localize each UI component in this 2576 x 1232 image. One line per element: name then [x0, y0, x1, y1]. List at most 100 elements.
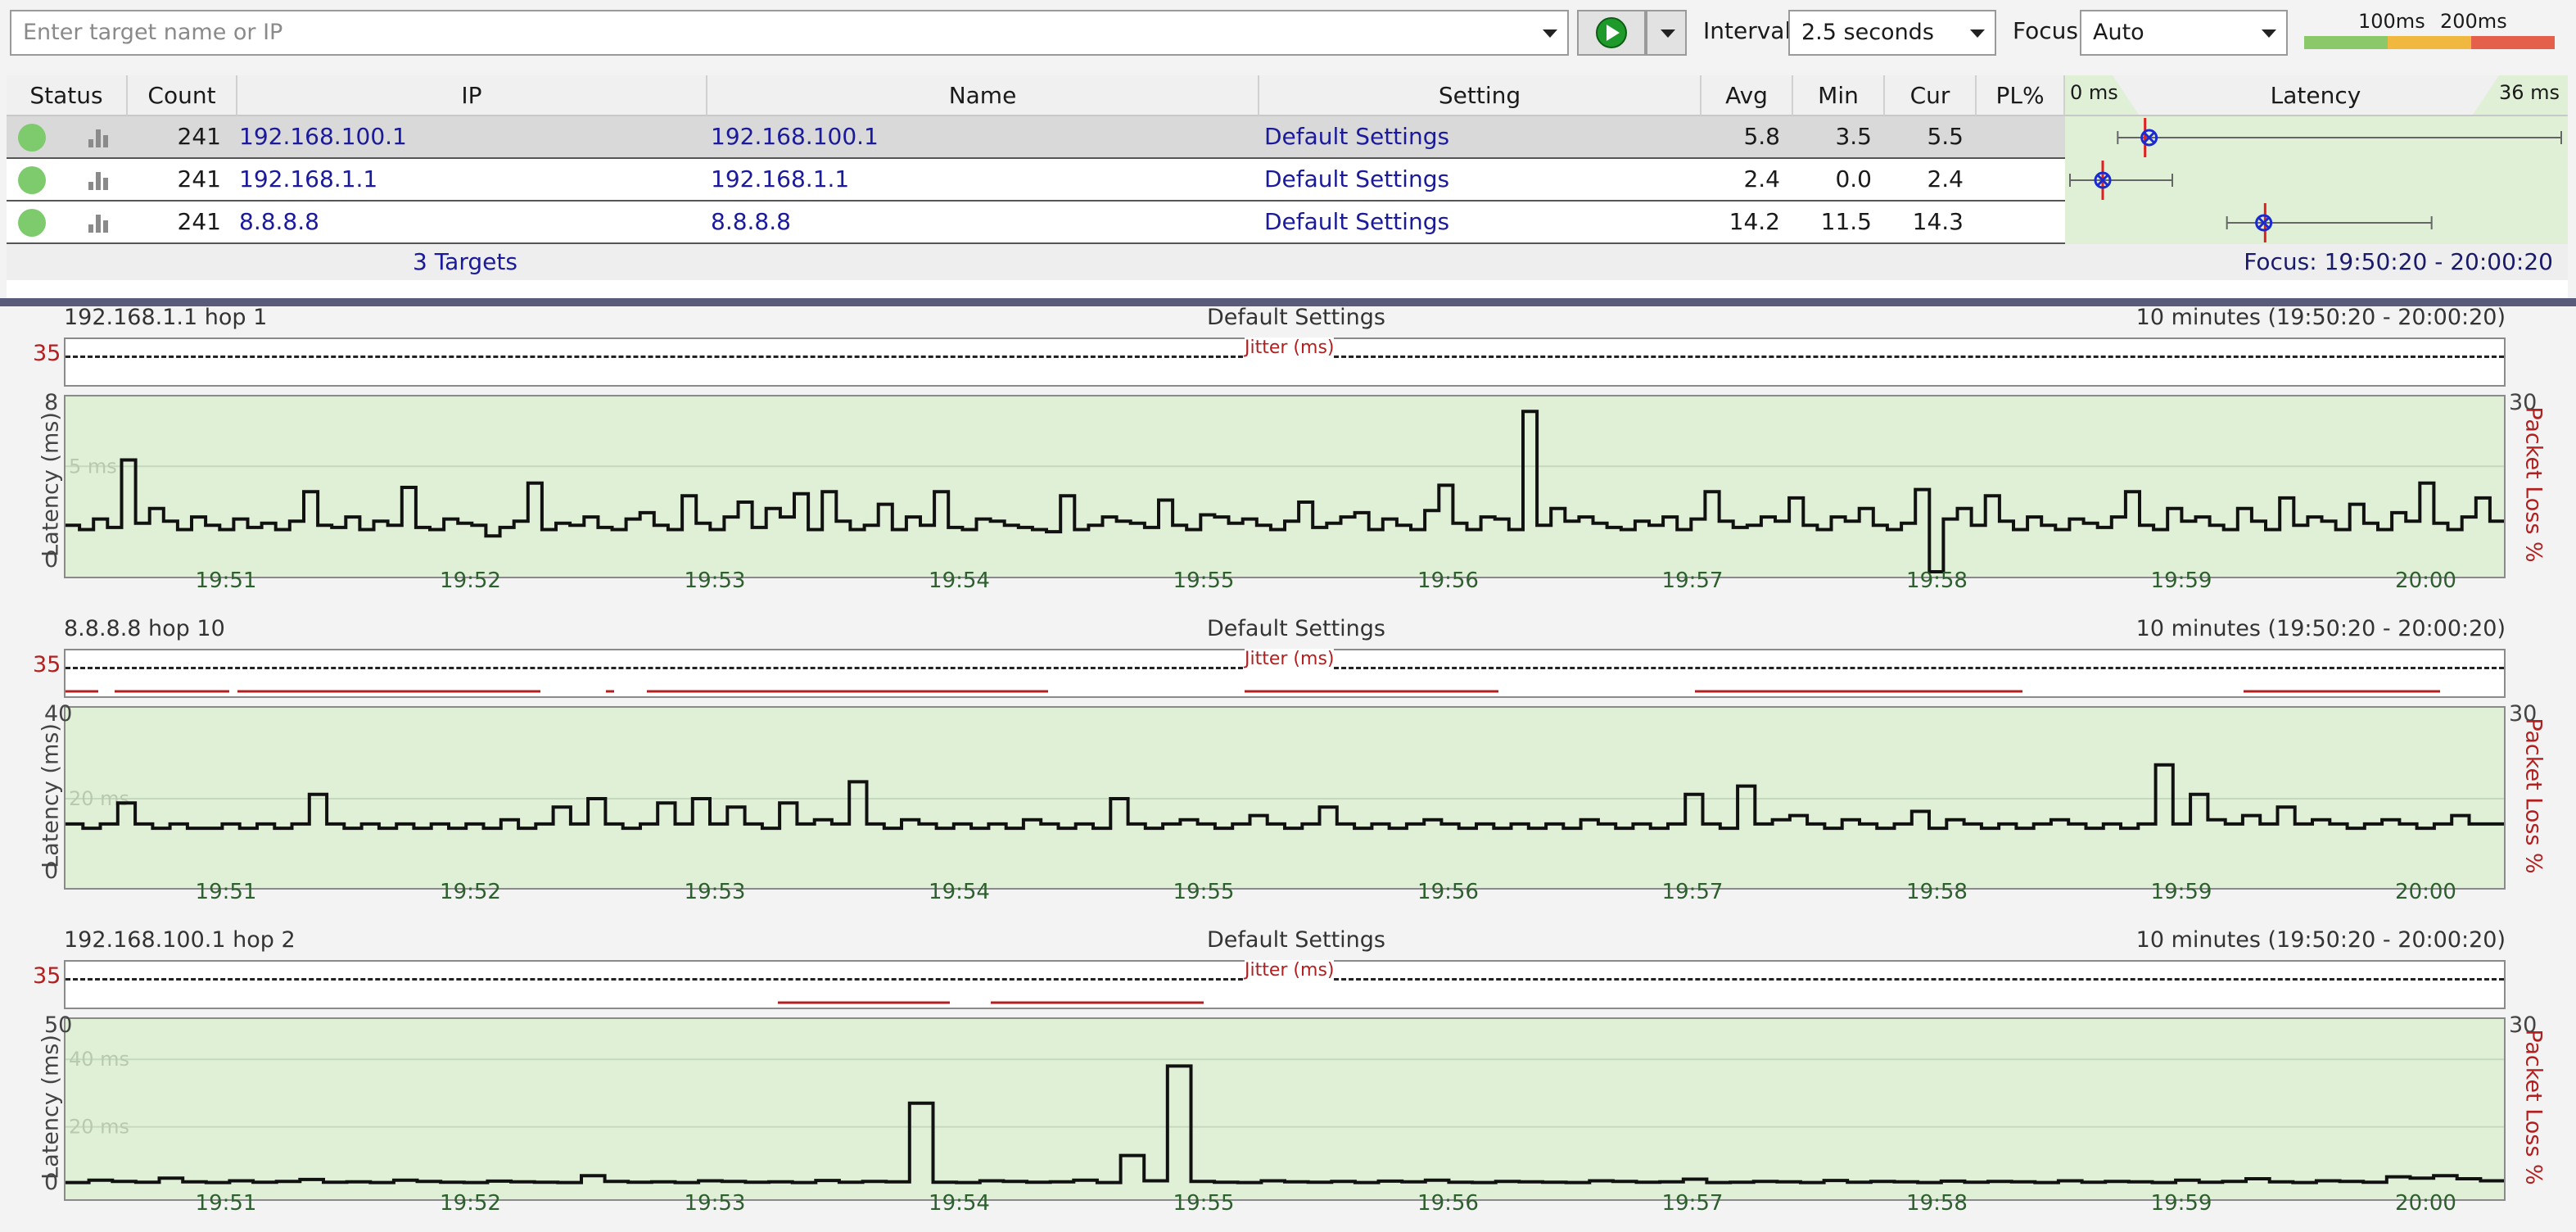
time-tick-label: 19:58: [1906, 568, 1968, 593]
row-name: 8.8.8.8: [711, 208, 791, 235]
latency-series: 20 ms: [66, 763, 2504, 831]
chevron-down-icon: [1661, 29, 1675, 38]
row-min: 0.0: [1835, 165, 1872, 192]
row-setting: Default Settings: [1264, 208, 1450, 235]
time-tick-label: 19:58: [1906, 1191, 1968, 1216]
graph-panel[interactable]: 8.8.8.8 hop 10 Default Settings 10 minutes…: [0, 616, 2576, 921]
column-header-avg[interactable]: Avg: [1702, 75, 1793, 116]
table-row[interactable]: 241 8.8.8.8 8.8.8.8 Default Settings 14.…: [7, 202, 2065, 244]
time-tick-label: 19:51: [195, 1191, 257, 1216]
time-tick-label: 19:58: [1906, 880, 1968, 904]
row-name: 192.168.100.1: [711, 123, 879, 150]
bar-chart-icon[interactable]: [88, 213, 111, 233]
interval-select[interactable]: 2.5 seconds: [1788, 10, 1996, 56]
focus-label: Focus: [2013, 17, 2078, 44]
latency-max-label: 36 ms: [2498, 81, 2560, 104]
row-count: 241: [177, 165, 221, 192]
column-header-name[interactable]: Name: [707, 75, 1259, 116]
jitter-series: [778, 1001, 1204, 1004]
scale-red: [2471, 36, 2555, 49]
target-input[interactable]: Enter target name or IP: [10, 10, 1569, 56]
y-axis-title: Latency (ms): [38, 723, 64, 868]
latency-plot[interactable]: 5 ms: [64, 395, 2506, 578]
graph-title-range: 10 minutes (19:50:20 - 20:00:20): [2135, 927, 2506, 953]
scale-green: [2304, 36, 2388, 49]
time-tick-label: 19:51: [195, 568, 257, 593]
gridline-label: 20 ms: [69, 787, 129, 810]
time-tick-label: 19:55: [1173, 568, 1235, 593]
row-cur: 5.5: [1927, 123, 1964, 150]
latency-series: 5 ms: [66, 410, 2504, 573]
chevron-down-icon[interactable]: [1543, 29, 1557, 38]
column-header-ip[interactable]: IP: [237, 75, 707, 116]
graph-title-setting: Default Settings: [1207, 927, 1385, 953]
row-cur: 2.4: [1927, 165, 1964, 192]
time-tick-label: 19:53: [684, 1191, 746, 1216]
time-tick-label: 19:54: [929, 568, 990, 593]
column-header-latency[interactable]: Latency 0 ms 36 ms: [2065, 75, 2568, 116]
graph-panel[interactable]: 192.168.100.1 hop 2 Default Settings 10 mi…: [0, 927, 2576, 1232]
start-button[interactable]: [1577, 10, 1646, 56]
latency-plot[interactable]: 40 ms 20 ms: [64, 1017, 2506, 1201]
bar-chart-icon[interactable]: [88, 170, 111, 190]
y-axis-title: Latency (ms): [38, 412, 64, 557]
packet-loss-title: Packet Loss %: [2520, 718, 2547, 874]
row-count: 241: [177, 208, 221, 235]
bar-chart-icon[interactable]: [88, 128, 111, 147]
time-tick-label: 19:56: [1417, 1191, 1479, 1216]
targets-count: 3 Targets: [413, 248, 517, 275]
scale-label-200ms: 200ms: [2440, 10, 2507, 33]
chevron-down-icon: [1970, 29, 1985, 38]
jitter-strip: Jitter (ms): [64, 649, 2506, 698]
focus-value: Auto: [2093, 20, 2144, 45]
latency-line: [66, 410, 2504, 573]
row-ip: 8.8.8.8: [239, 208, 319, 235]
time-tick-label: 20:00: [2395, 568, 2456, 593]
table-row[interactable]: 241 192.168.1.1 192.168.1.1 Default Sett…: [7, 159, 2065, 202]
target-input-placeholder: Enter target name or IP: [23, 20, 283, 45]
jitter-series: [66, 339, 2504, 385]
time-tick-label: 20:00: [2395, 880, 2456, 904]
start-options-button[interactable]: [1646, 10, 1687, 56]
column-header-min[interactable]: Min: [1793, 75, 1885, 116]
time-tick-label: 19:55: [1173, 880, 1235, 904]
graph-panel[interactable]: 192.168.1.1 hop 1 Default Settings 10 minu…: [0, 305, 2576, 609]
packet-loss-title: Packet Loss %: [2520, 1029, 2547, 1185]
graph-title-range: 10 minutes (19:50:20 - 20:00:20): [2135, 616, 2506, 641]
column-header-status[interactable]: Status: [7, 75, 128, 116]
grid-footer: 3 Targets Focus: 19:50:20 - 20:00:20: [7, 244, 2568, 280]
row-name: 192.168.1.1: [711, 165, 850, 192]
latency-line: [66, 1064, 2504, 1184]
focus-select[interactable]: Auto: [2080, 10, 2288, 56]
table-row[interactable]: 241 192.168.100.1 192.168.100.1 Default …: [7, 116, 2065, 159]
focus-range: Focus: 19:50:20 - 20:00:20: [2244, 248, 2553, 275]
jitter-series: [66, 690, 2440, 693]
chevron-down-icon: [2262, 29, 2276, 38]
row-count: 241: [177, 123, 221, 150]
time-tick-label: 19:52: [440, 1191, 501, 1216]
time-tick-label: 19:57: [1661, 1191, 1724, 1216]
column-header-count[interactable]: Count: [128, 75, 237, 116]
time-tick-label: 20:00: [2395, 1191, 2456, 1216]
latency-plot[interactable]: 20 ms: [64, 706, 2506, 890]
column-header-pl[interactable]: PL%: [1977, 75, 2065, 116]
scale-label-100ms: 100ms: [2358, 10, 2425, 33]
row-avg: 5.8: [1743, 123, 1780, 150]
row-ip: 192.168.100.1: [239, 123, 407, 150]
column-header-setting[interactable]: Setting: [1259, 75, 1702, 116]
row-avg: 14.2: [1729, 208, 1780, 235]
time-tick-label: 19:51: [195, 880, 257, 904]
column-header-cur[interactable]: Cur: [1885, 75, 1977, 116]
row-avg: 2.4: [1743, 165, 1780, 192]
status-ok-icon: [18, 166, 46, 194]
row-setting: Default Settings: [1264, 165, 1450, 192]
time-tick-label: 19:52: [440, 880, 501, 904]
row-min: 11.5: [1820, 208, 1872, 235]
graph-title-target: 192.168.1.1 hop 1: [64, 305, 268, 330]
interval-value: 2.5 seconds: [1801, 20, 1934, 45]
time-tick-label: 19:57: [1661, 568, 1724, 593]
status-ok-icon: [18, 209, 46, 237]
time-tick-label: 19:59: [2150, 1191, 2212, 1216]
row-setting: Default Settings: [1264, 123, 1450, 150]
y-axis-title: Latency (ms): [38, 1035, 64, 1180]
